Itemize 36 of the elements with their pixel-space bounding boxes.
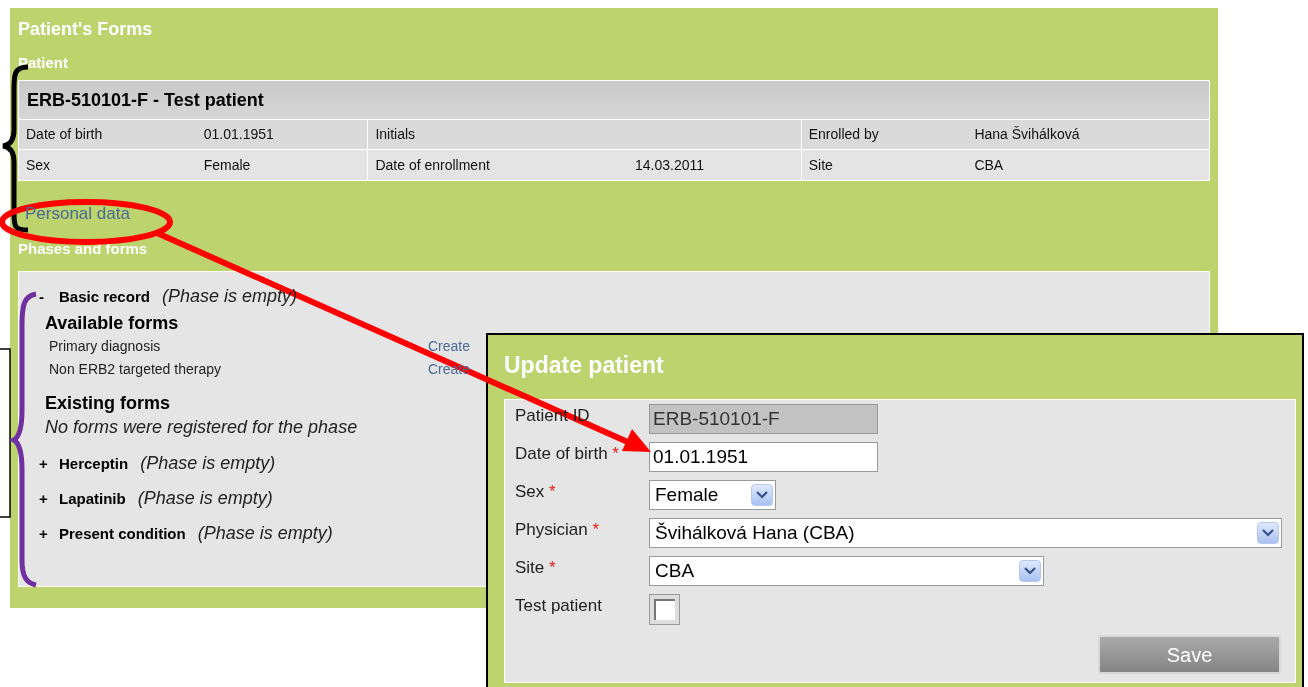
section-heading: Phases and forms: [18, 240, 148, 258]
table-cell-text: Sex: [26, 155, 51, 175]
create-link[interactable]: Create: [428, 336, 471, 357]
table-cell-text: Female: [203, 155, 251, 175]
table-cell-text: Date of enrollment: [375, 155, 490, 175]
checkbox[interactable]: [649, 594, 680, 625]
phase-row[interactable]: + Present condition (Phase is empty): [39, 523, 333, 544]
table-cell-text: 01.01.1951: [203, 125, 274, 144]
field-label: Date of birth *: [515, 443, 620, 464]
select-field[interactable]: Female: [649, 480, 776, 510]
table-cell-text: 14.03.2011: [635, 155, 704, 175]
subheading: Available forms: [45, 312, 179, 335]
input-field[interactable]: 01.01.1951: [649, 442, 878, 472]
form-name: Primary diagnosis: [48, 337, 162, 356]
select-field[interactable]: Švihálková Hana (CBA): [649, 518, 1282, 548]
phase-row[interactable]: - Basic record (Phase is empty): [39, 286, 297, 307]
phase-row[interactable]: + Lapatinib (Phase is empty): [39, 488, 273, 509]
table-cell-text: Site: [808, 155, 833, 175]
phase-row[interactable]: + Herceptin (Phase is empty): [39, 453, 276, 474]
select-field[interactable]: CBA: [649, 556, 1044, 586]
page-title: Patient's Forms: [18, 18, 153, 40]
field-label: Test patient: [515, 595, 603, 616]
field-label: Physician *: [515, 519, 601, 540]
table-cell-text: CBA: [974, 155, 1004, 175]
empty-note: No forms were registered for the phase: [45, 416, 358, 439]
table-cell-text: Date of birth: [26, 125, 103, 144]
subheading: Existing forms: [45, 392, 171, 415]
table-cell-text: Initials: [375, 125, 416, 144]
table-cell-text: Enrolled by: [808, 125, 879, 144]
section-heading: Patient: [18, 54, 68, 72]
table-cell-text: Hana Švihálková: [974, 125, 1080, 144]
form-name: Non ERB2 targeted therapy: [48, 360, 222, 379]
patient-title: ERB-510101-F - Test patient: [19, 81, 1209, 120]
dialog-title: Update patient: [504, 351, 664, 379]
field-label: Site *: [515, 557, 557, 578]
field-label: Sex *: [515, 481, 557, 502]
